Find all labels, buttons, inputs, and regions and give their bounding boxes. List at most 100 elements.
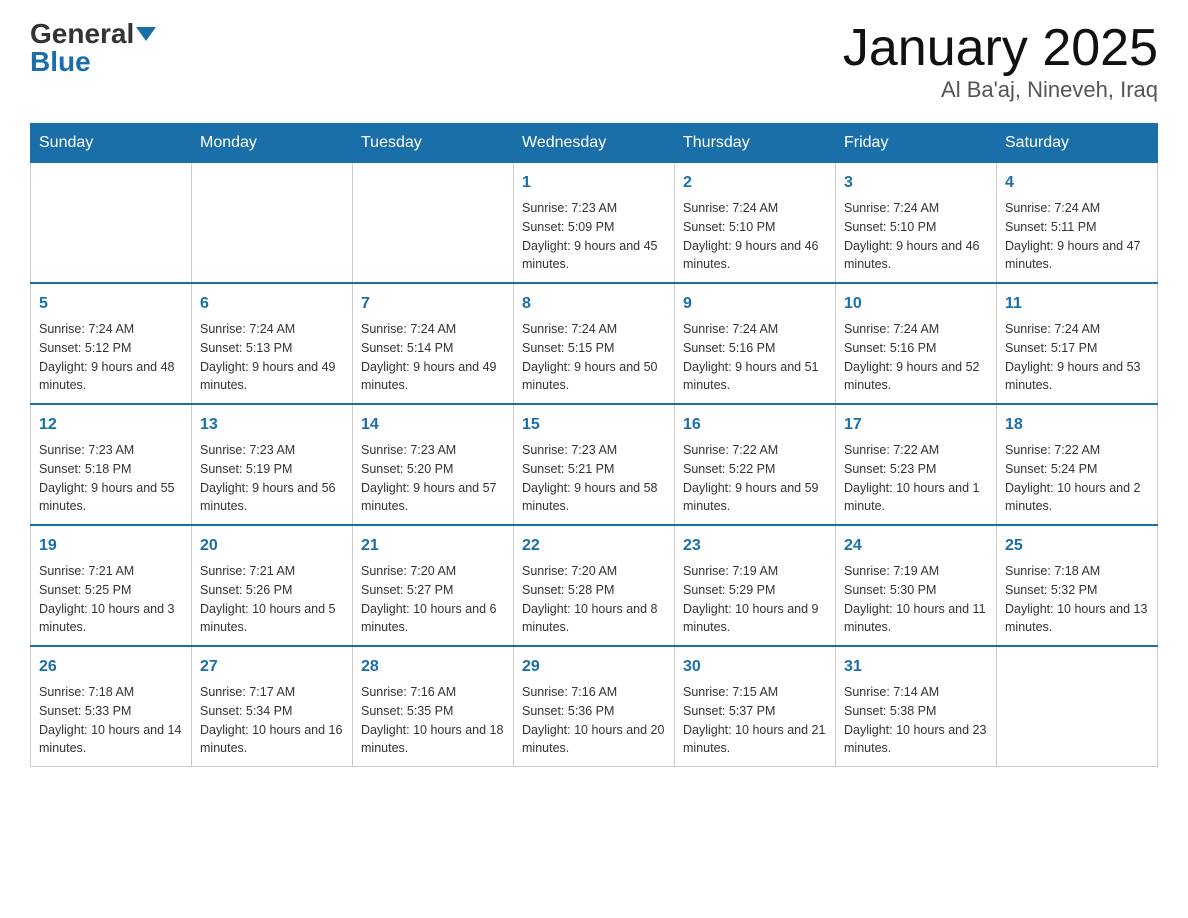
day-info: Daylight: 10 hours and 8 minutes. xyxy=(522,600,666,638)
calendar-day-cell: 31 Sunrise: 7:14 AMSunset: 5:38 PMDayligh… xyxy=(836,646,997,767)
day-info: Daylight: 9 hours and 59 minutes. xyxy=(683,479,827,517)
day-number: 2 xyxy=(683,171,827,195)
day-number: 20 xyxy=(200,534,344,558)
day-info: Daylight: 10 hours and 23 minutes. xyxy=(844,721,988,759)
calendar-day-cell: 27Sunrise: 7:17 AMSunset: 5:34 PMDayligh… xyxy=(192,646,353,767)
calendar-day-cell: 18Sunrise: 7:22 AMSunset: 5:24 PMDayligh… xyxy=(997,404,1158,525)
day-info: Daylight: 9 hours and 50 minutes. xyxy=(522,358,666,396)
calendar-header-thursday: Thursday xyxy=(675,124,836,163)
calendar-day-cell: 26Sunrise: 7:18 AMSunset: 5:33 PMDayligh… xyxy=(31,646,192,767)
day-number: 10 xyxy=(844,292,988,316)
day-info: Sunrise: 7:24 AM xyxy=(361,320,505,339)
day-info: Daylight: 10 hours and 9 minutes. xyxy=(683,600,827,638)
day-info: Sunrise: 7:23 AM xyxy=(39,441,183,460)
calendar-day-cell: 7Sunrise: 7:24 AMSunset: 5:14 PMDaylight… xyxy=(353,283,514,404)
calendar-day-cell: 23Sunrise: 7:19 AMSunset: 5:29 PMDayligh… xyxy=(675,525,836,646)
day-info: Daylight: 10 hours and 20 minutes. xyxy=(522,721,666,759)
calendar-header-tuesday: Tuesday xyxy=(353,124,514,163)
day-number: 8 xyxy=(522,292,666,316)
calendar-day-cell: 5Sunrise: 7:24 AMSunset: 5:12 PMDaylight… xyxy=(31,283,192,404)
day-info: Sunrise: 7:24 AM xyxy=(1005,320,1149,339)
day-info: Sunset: 5:14 PM xyxy=(361,339,505,358)
day-number: 5 xyxy=(39,292,183,316)
day-info: Sunrise: 7:18 AM xyxy=(1005,562,1149,581)
calendar-week-row: 12Sunrise: 7:23 AMSunset: 5:18 PMDayligh… xyxy=(31,404,1158,525)
day-number: 28 xyxy=(361,655,505,679)
day-info: Sunset: 5:10 PM xyxy=(844,218,988,237)
calendar-day-cell: 4Sunrise: 7:24 AMSunset: 5:11 PMDaylight… xyxy=(997,163,1158,284)
day-number: 9 xyxy=(683,292,827,316)
calendar-day-cell: 29Sunrise: 7:16 AMSunset: 5:36 PMDayligh… xyxy=(514,646,675,767)
day-info: Daylight: 10 hours and 2 minutes. xyxy=(1005,479,1149,517)
calendar-week-row: 5Sunrise: 7:24 AMSunset: 5:12 PMDaylight… xyxy=(31,283,1158,404)
day-number: 19 xyxy=(39,534,183,558)
calendar-table: SundayMondayTuesdayWednesdayThursdayFrid… xyxy=(30,123,1158,767)
day-info: Daylight: 9 hours and 56 minutes. xyxy=(200,479,344,517)
day-info: Daylight: 9 hours and 49 minutes. xyxy=(200,358,344,396)
day-info: Sunrise: 7:16 AM xyxy=(361,683,505,702)
day-info: Sunset: 5:37 PM xyxy=(683,702,827,721)
day-info: Daylight: 10 hours and 5 minutes. xyxy=(200,600,344,638)
location-title: Al Ba'aj, Nineveh, Iraq xyxy=(843,77,1158,103)
day-number: 11 xyxy=(1005,292,1149,316)
day-number: 25 xyxy=(1005,534,1149,558)
day-info: Sunrise: 7:23 AM xyxy=(522,441,666,460)
calendar-day-cell: 2 Sunrise: 7:24 AMSunset: 5:10 PMDaylight… xyxy=(675,163,836,284)
day-info: Sunrise: 7:23 AM xyxy=(522,199,666,218)
calendar-day-cell xyxy=(997,646,1158,767)
day-info: Daylight: 10 hours and 1 minute. xyxy=(844,479,988,517)
calendar-day-cell: 15Sunrise: 7:23 AMSunset: 5:21 PMDayligh… xyxy=(514,404,675,525)
logo-blue-text: Blue xyxy=(30,48,91,76)
calendar-day-cell xyxy=(192,163,353,284)
calendar-day-cell: 19Sunrise: 7:21 AMSunset: 5:25 PMDayligh… xyxy=(31,525,192,646)
calendar-day-cell: 30Sunrise: 7:15 AMSunset: 5:37 PMDayligh… xyxy=(675,646,836,767)
day-info: Sunset: 5:33 PM xyxy=(39,702,183,721)
day-info: Sunset: 5:28 PM xyxy=(522,581,666,600)
day-info: Daylight: 9 hours and 55 minutes. xyxy=(39,479,183,517)
day-info: Sunrise: 7:24 AM xyxy=(683,199,827,218)
calendar-day-cell: 28Sunrise: 7:16 AMSunset: 5:35 PMDayligh… xyxy=(353,646,514,767)
day-info: Sunrise: 7:17 AM xyxy=(200,683,344,702)
day-info: Sunrise: 7:22 AM xyxy=(683,441,827,460)
day-info: Sunset: 5:32 PM xyxy=(1005,581,1149,600)
day-info: Daylight: 10 hours and 21 minutes. xyxy=(683,721,827,759)
day-info: Sunset: 5:36 PM xyxy=(522,702,666,721)
title-block: January 2025 Al Ba'aj, Nineveh, Iraq xyxy=(843,20,1158,103)
day-number: 26 xyxy=(39,655,183,679)
calendar-day-cell: 21Sunrise: 7:20 AMSunset: 5:27 PMDayligh… xyxy=(353,525,514,646)
day-number: 7 xyxy=(361,292,505,316)
day-info: Sunrise: 7:24 AM xyxy=(844,320,988,339)
day-info: Sunset: 5:38 PM xyxy=(844,702,988,721)
day-info: Sunrise: 7:21 AM xyxy=(200,562,344,581)
day-info: Sunrise: 7:24 AM xyxy=(1005,199,1149,218)
calendar-header-saturday: Saturday xyxy=(997,124,1158,163)
day-number: 24 xyxy=(844,534,988,558)
day-number: 16 xyxy=(683,413,827,437)
day-info: Sunrise: 7:14 AM xyxy=(844,683,988,702)
day-info: Sunrise: 7:23 AM xyxy=(200,441,344,460)
day-info: Sunset: 5:16 PM xyxy=(844,339,988,358)
calendar-day-cell: 22Sunrise: 7:20 AMSunset: 5:28 PMDayligh… xyxy=(514,525,675,646)
day-info: Daylight: 10 hours and 11 minutes. xyxy=(844,600,988,638)
logo-triangle-icon xyxy=(136,27,156,41)
day-number: 31 xyxy=(844,655,988,679)
day-info: Daylight: 9 hours and 45 minutes. xyxy=(522,237,666,275)
day-info: Daylight: 10 hours and 18 minutes. xyxy=(361,721,505,759)
day-info: Daylight: 10 hours and 6 minutes. xyxy=(361,600,505,638)
calendar-day-cell: 20Sunrise: 7:21 AMSunset: 5:26 PMDayligh… xyxy=(192,525,353,646)
day-number: 3 xyxy=(844,171,988,195)
day-info: Sunset: 5:27 PM xyxy=(361,581,505,600)
day-info: Sunrise: 7:21 AM xyxy=(39,562,183,581)
day-info: Daylight: 9 hours and 46 minutes. xyxy=(683,237,827,275)
day-info: Sunset: 5:10 PM xyxy=(683,218,827,237)
day-info: Sunrise: 7:22 AM xyxy=(844,441,988,460)
day-number: 13 xyxy=(200,413,344,437)
calendar-day-cell: 12Sunrise: 7:23 AMSunset: 5:18 PMDayligh… xyxy=(31,404,192,525)
calendar-day-cell: 17Sunrise: 7:22 AMSunset: 5:23 PMDayligh… xyxy=(836,404,997,525)
day-info: Sunrise: 7:16 AM xyxy=(522,683,666,702)
calendar-header-monday: Monday xyxy=(192,124,353,163)
day-number: 18 xyxy=(1005,413,1149,437)
day-info: Daylight: 9 hours and 46 minutes. xyxy=(844,237,988,275)
day-info: Daylight: 9 hours and 47 minutes. xyxy=(1005,237,1149,275)
day-info: Sunrise: 7:24 AM xyxy=(844,199,988,218)
